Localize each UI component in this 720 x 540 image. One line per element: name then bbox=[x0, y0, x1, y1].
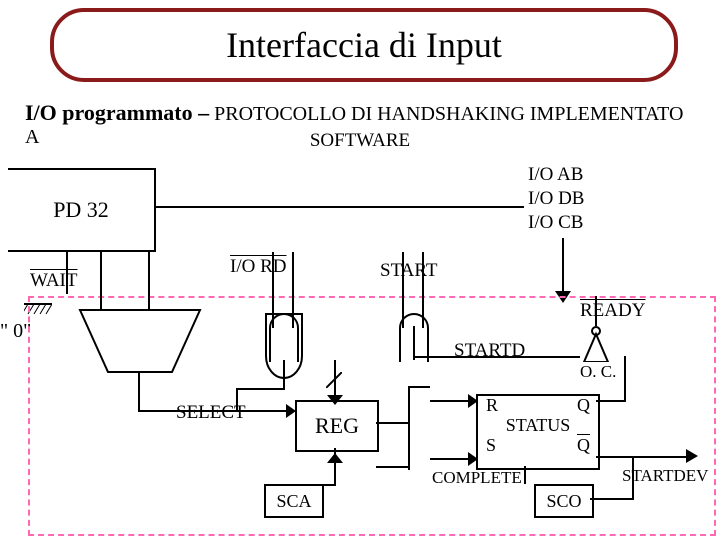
and2-to-startd bbox=[413, 356, 531, 358]
sco-block: SCO bbox=[534, 484, 594, 518]
status-block: R Q STATUS S Q bbox=[476, 394, 600, 470]
pd32-bus-line bbox=[154, 206, 524, 208]
sca-block: SCA bbox=[264, 484, 324, 518]
and1-in-b bbox=[292, 252, 294, 328]
mux-in-0-line bbox=[100, 252, 102, 310]
oc-buffer bbox=[576, 326, 616, 367]
startd-label: STARTD bbox=[454, 340, 525, 362]
sco-up bbox=[524, 466, 526, 484]
io-db-label: I/O DB bbox=[528, 188, 584, 210]
reg-arrow-left bbox=[286, 404, 296, 423]
sco-label: SCO bbox=[546, 491, 581, 512]
mux-in-1-line bbox=[148, 252, 150, 310]
complete-label: COMPLETE bbox=[432, 468, 522, 488]
pd32-label: PD 32 bbox=[53, 197, 109, 223]
sca-arrow-up bbox=[327, 450, 343, 468]
pd32-block: PD 32 bbox=[8, 168, 156, 252]
pd32-to-mux-line bbox=[100, 250, 150, 252]
bus-slash-reg bbox=[326, 372, 342, 388]
sco-right-up bbox=[632, 458, 634, 500]
reg-branch-vert bbox=[408, 386, 410, 470]
reg-label: REG bbox=[315, 413, 359, 439]
startdev-arrow bbox=[686, 449, 698, 468]
startdev-label: STARTDEV bbox=[622, 466, 708, 486]
and1-out bbox=[283, 360, 285, 390]
title-text: Interfaccia di Input bbox=[226, 24, 502, 66]
status-q: Q bbox=[577, 396, 590, 416]
status-r: R bbox=[486, 396, 498, 416]
wait-line bbox=[66, 252, 68, 294]
reg-branch-bot bbox=[376, 466, 410, 468]
status-q-up bbox=[624, 356, 626, 402]
and2-in-a bbox=[402, 252, 404, 328]
io-ab-label: I/O AB bbox=[528, 164, 583, 186]
subtitle-bold: I/O programmato – bbox=[25, 100, 209, 125]
oc-out-line bbox=[595, 296, 597, 326]
status-qbar: Q bbox=[577, 436, 590, 456]
status-s: S bbox=[486, 436, 496, 456]
reg-out-line bbox=[376, 422, 410, 424]
and1-in-a bbox=[272, 252, 274, 328]
and1-to-select-v bbox=[236, 388, 238, 412]
ready-label: READY bbox=[580, 300, 645, 322]
status-q-out bbox=[596, 400, 624, 402]
sco-right bbox=[590, 498, 634, 500]
and2-out-v bbox=[413, 326, 415, 360]
and2-in-b bbox=[422, 252, 424, 328]
status-qbar-out bbox=[596, 456, 694, 458]
sca-label: SCA bbox=[276, 491, 311, 512]
io-cb-label: I/O CB bbox=[528, 212, 583, 234]
and1-to-select-h bbox=[138, 410, 236, 412]
wait-label: WAIT bbox=[30, 270, 77, 292]
subtitle-line2: SOFTWARE bbox=[0, 130, 720, 152]
bus-line-down bbox=[562, 238, 564, 294]
reg-arrow-top bbox=[327, 392, 343, 410]
start-label: START bbox=[380, 260, 438, 282]
reg-branch-top bbox=[408, 386, 430, 388]
zero-label: " 0" bbox=[0, 320, 31, 343]
title-box: Interfaccia di Input bbox=[50, 8, 678, 82]
status-r-arrow bbox=[468, 394, 478, 413]
mux-out-line bbox=[138, 372, 140, 412]
io-rd-label: I/O RD bbox=[230, 256, 286, 278]
status-label: STATUS bbox=[478, 416, 598, 436]
startd-to-oc-line bbox=[530, 356, 580, 358]
and1-out-h bbox=[236, 388, 284, 390]
